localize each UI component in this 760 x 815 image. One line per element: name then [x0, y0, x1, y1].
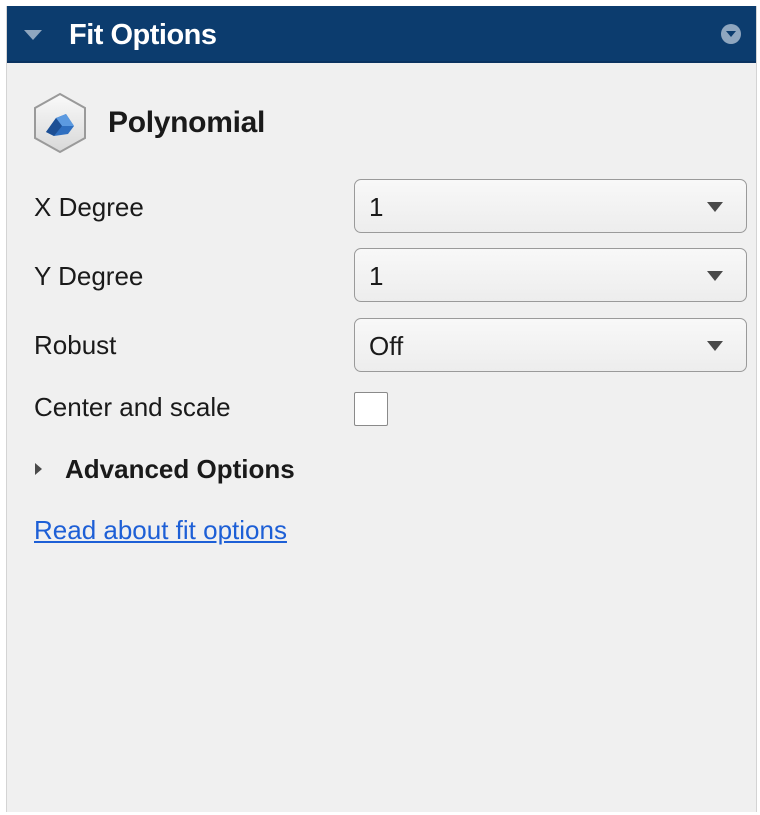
y-degree-label: Y Degree	[34, 261, 144, 291]
center-and-scale-label: Center and scale	[34, 392, 231, 422]
fit-options-panel: Fit Options Polynomial X Degree 1 Y Degr…	[6, 6, 757, 812]
robust-label: Robust	[34, 330, 117, 360]
x-degree-value: 1	[369, 192, 384, 222]
panel-header: Fit Options	[7, 6, 756, 63]
advanced-options-toggle[interactable]: Advanced Options	[35, 454, 295, 484]
read-about-fit-options-link[interactable]: Read about fit options	[34, 515, 287, 545]
robust-dropdown[interactable]: Off	[354, 318, 747, 372]
fit-type-header: Polynomial	[32, 92, 265, 154]
x-degree-dropdown[interactable]: 1	[354, 179, 747, 233]
robust-value: Off	[369, 331, 404, 361]
dropdown-arrow-icon	[707, 271, 723, 281]
panel-title: Fit Options	[69, 19, 217, 51]
expand-triangle-icon	[35, 463, 42, 475]
polynomial-surface-icon	[34, 92, 86, 154]
panel-menu-icon[interactable]	[721, 24, 741, 44]
y-degree-dropdown[interactable]: 1	[354, 248, 747, 302]
center-and-scale-checkbox[interactable]	[354, 392, 388, 426]
x-degree-label: X Degree	[34, 192, 144, 222]
collapse-arrow-icon[interactable]	[24, 30, 42, 40]
dropdown-arrow-icon	[707, 202, 723, 212]
fit-type-label: Polynomial	[108, 106, 266, 139]
dropdown-arrow-icon	[707, 341, 723, 351]
y-degree-value: 1	[369, 261, 384, 291]
advanced-options-label: Advanced Options	[65, 454, 295, 484]
